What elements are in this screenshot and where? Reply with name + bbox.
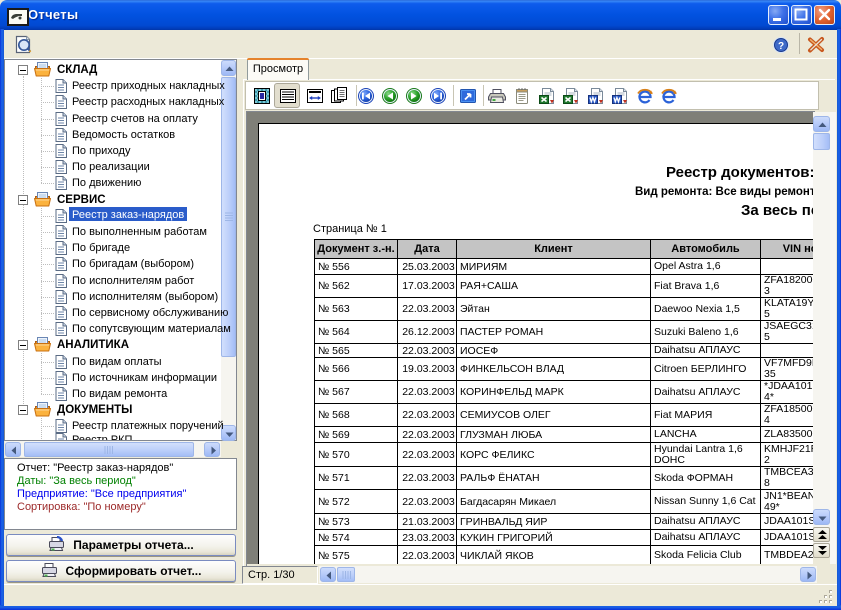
svg-text:?: ? [778, 41, 784, 52]
